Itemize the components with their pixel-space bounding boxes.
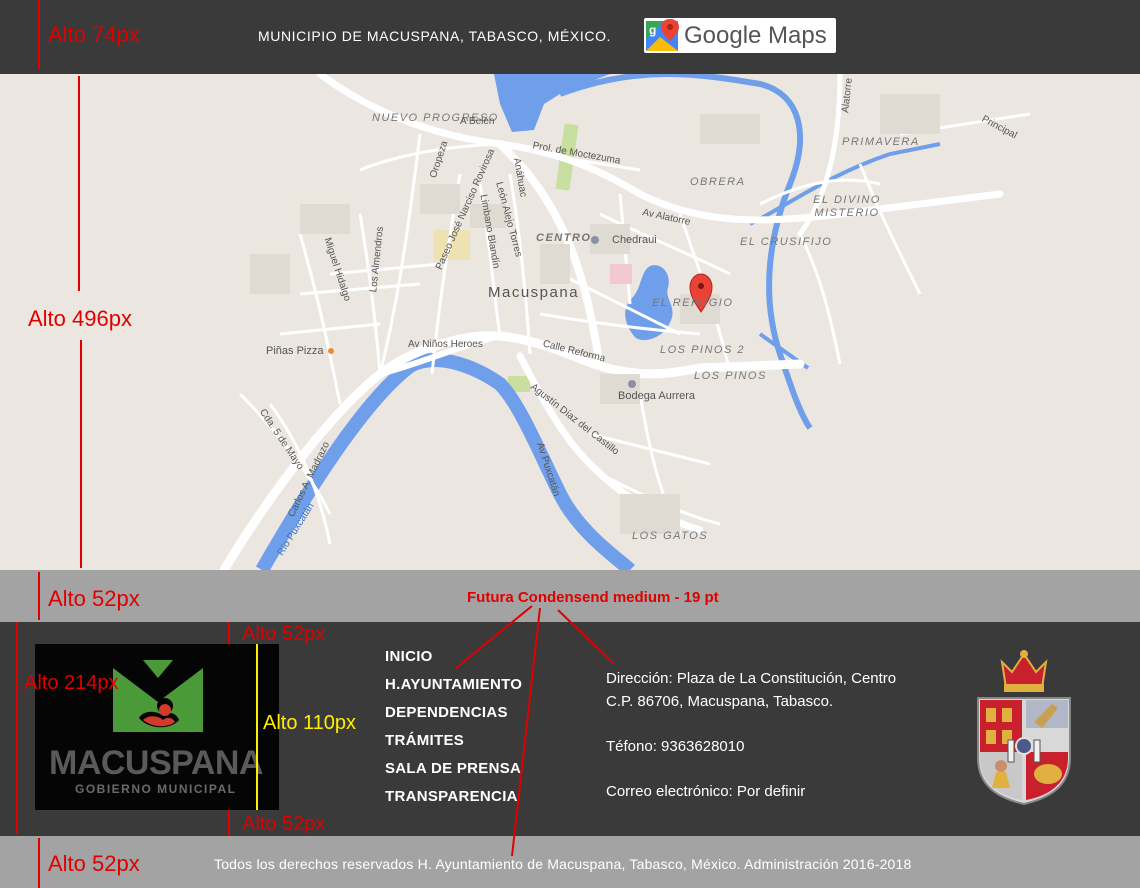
annotation-alto-496: Alto 496px bbox=[28, 306, 132, 331]
map-label-centro: CENTRO bbox=[536, 232, 592, 244]
direccion-line-2: C.P. 86706, Macuspana, Tabasco. bbox=[606, 693, 834, 710]
annotation-alto-52-top: Alto 52px bbox=[48, 586, 140, 611]
secondary-roads bbox=[238, 112, 1031, 545]
measure-line-map-upper bbox=[78, 76, 80, 291]
measure-line-band-bottom bbox=[38, 838, 40, 888]
measure-line-logo-bottom bbox=[228, 810, 230, 836]
measure-line-logo-height bbox=[256, 644, 258, 810]
nav-ayuntamiento[interactable]: H.AYUNTAMIENTO bbox=[385, 676, 522, 704]
map-label-primavera: PRIMAVERA bbox=[842, 136, 920, 148]
map-label-bodega-aurrera: Bodega Aurrera bbox=[618, 390, 696, 402]
header-bar: MUNICIPIO DE MACUSPANA, TABASCO, MÉXICO.… bbox=[0, 0, 1140, 74]
tabasco-coat-of-arms-icon bbox=[977, 650, 1071, 806]
measure-line-footer bbox=[16, 622, 18, 834]
annotation-alto-214: Alto 214px bbox=[24, 672, 119, 694]
separator-band-bottom: Todos los derechos reservados H. Ayuntam… bbox=[0, 836, 1140, 888]
main-roads bbox=[219, 74, 1004, 570]
map-label-ninos-heroes: Av Niños Heroes bbox=[408, 339, 483, 350]
copyright-text: Todos los derechos reservados H. Ayuntam… bbox=[214, 856, 912, 872]
logo-wordmark: MACUSPANA bbox=[49, 744, 263, 782]
google-maps-label: Google Maps bbox=[684, 22, 827, 49]
footer: MACUSPANA GOBIERNO MUNICIPAL INICIO H.AY… bbox=[0, 622, 1140, 836]
map-label-divino-misterio: EL DIVINO MISTERIO bbox=[813, 194, 881, 219]
correo: Correo electrónico: Por definir bbox=[606, 783, 806, 800]
annotation-alto-52-logo-bottom: Alto 52px bbox=[242, 813, 326, 835]
map-label-chedraui: Chedraui bbox=[612, 234, 657, 246]
duck-icon bbox=[113, 660, 203, 728]
map-label-a-belen: A Belén bbox=[460, 116, 495, 127]
nav-sala-prensa[interactable]: SALA DE PRENSA bbox=[385, 760, 522, 788]
annotation-alto-110: Alto 110px bbox=[263, 712, 357, 734]
map-label-crusifijo: EL CRUSIFIJO bbox=[740, 236, 833, 248]
restaurant-icon bbox=[328, 348, 334, 354]
google-maps-badge[interactable]: g Google Maps bbox=[644, 18, 836, 53]
nav-dependencias[interactable]: DEPENDENCIAS bbox=[385, 704, 522, 732]
direccion-line-1: Dirección: Plaza de La Constitución, Cen… bbox=[606, 670, 897, 687]
logo-subtitle: GOBIERNO MUNICIPAL bbox=[75, 782, 237, 796]
google-maps-pin-icon: g bbox=[646, 19, 679, 51]
logo-m-icon bbox=[113, 660, 203, 732]
measure-line-band-top bbox=[38, 572, 40, 620]
macuspana-logo[interactable]: MACUSPANA GOBIERNO MUNICIPAL bbox=[35, 644, 279, 810]
annotation-alto-74: Alto 74px bbox=[48, 22, 140, 47]
map-label-refugio: EL REFUGIO bbox=[652, 297, 734, 309]
map-label-los-pinos: LOS PINOS bbox=[694, 370, 767, 382]
telefono: Téfono: 9363628010 bbox=[606, 738, 745, 755]
measure-line-logo-top bbox=[228, 622, 230, 644]
nav-inicio[interactable]: INICIO bbox=[385, 648, 522, 676]
map-label-macuspana: Macuspana bbox=[488, 284, 580, 301]
svg-text:g: g bbox=[649, 23, 656, 37]
map-view[interactable]: NUEVO PROGRESO A Belén Prol. de Moctezum… bbox=[0, 74, 1140, 570]
contact-info: Dirección: Plaza de La Constitución, Cen… bbox=[606, 670, 896, 806]
footer-nav: INICIO H.AYUNTAMIENTO DEPENDENCIAS TRÁMI… bbox=[385, 648, 522, 816]
annotation-font-note: Futura Condensend medium - 19 pt bbox=[467, 589, 719, 606]
map-label-los-gatos: LOS GATOS bbox=[632, 530, 709, 542]
shopping-cart-icon bbox=[628, 380, 636, 388]
map-label-pinas-pizza: Piñas Pizza bbox=[266, 345, 324, 357]
nav-tramites[interactable]: TRÁMITES bbox=[385, 732, 522, 760]
measure-line-header bbox=[38, 0, 40, 70]
shopping-cart-icon bbox=[591, 236, 599, 244]
map-label-obrera: OBRERA bbox=[690, 176, 746, 188]
annotation-alto-52-logo-top: Alto 52px bbox=[242, 623, 326, 645]
municipio-title: MUNICIPIO DE MACUSPANA, TABASCO, MÉXICO. bbox=[258, 28, 612, 44]
measure-line-map-lower bbox=[80, 340, 82, 568]
annotation-alto-52-bottom: Alto 52px bbox=[48, 851, 140, 876]
map-label-pinos-2: LOS PINOS 2 bbox=[660, 344, 745, 356]
nav-transparencia[interactable]: TRANSPARENCIA bbox=[385, 788, 522, 816]
